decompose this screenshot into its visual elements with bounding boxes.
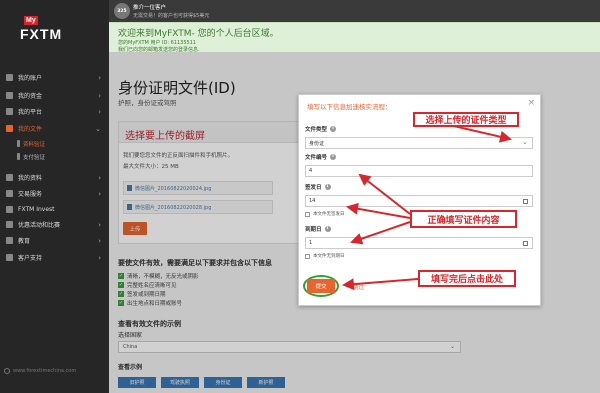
chevron-right-icon: › (98, 107, 101, 116)
monitor-icon (6, 108, 13, 115)
expiry-date-label: 到期日 i (305, 225, 331, 233)
sidebar-item-my-platforms[interactable]: 我的平台 › (0, 105, 109, 118)
sidebar-item-label: 我的平台 (18, 109, 43, 116)
logo-badge: My (24, 16, 38, 25)
doc-type-label: 文件类型 i (305, 125, 337, 133)
user-id-line: 您的MyFXTM 用户 ID: 61135511 (118, 40, 197, 46)
sidebar-item-my-documents[interactable]: 我的文件 ⌄ (0, 122, 109, 135)
chevron-right-icon: › (98, 173, 101, 182)
no-expiry-date-checkbox[interactable]: 本文件无到期日 (305, 253, 345, 259)
sidebar-subitem-label: 资料验证 (23, 141, 46, 148)
callout-select-type: 选择上传的证件类型 (413, 112, 519, 127)
welcome-banner: 欢迎来到MyFXTM- 您的个人后台区域。 您的MyFXTM 用户 ID: 61… (109, 22, 600, 53)
sidebar-item-my-profile[interactable]: 我的资料 › (0, 171, 109, 184)
top-bar: 325 推介一位客户 无需交易！的客户也可获得$5美元 (109, 0, 600, 22)
chevron-right-icon: › (98, 189, 101, 198)
sidebar-item-label: 我的资料 (18, 175, 43, 182)
chevron-right-icon: › (98, 220, 101, 229)
globe-icon (4, 368, 10, 374)
chevron-right-icon: › (98, 253, 101, 262)
close-icon[interactable]: × (527, 98, 535, 108)
gift-icon (6, 221, 13, 228)
expiry-date-input[interactable]: 1 (305, 237, 533, 249)
user-icon (6, 74, 13, 81)
issue-date-input[interactable]: 14 (305, 195, 533, 207)
chevron-down-icon: ⌄ (95, 124, 101, 133)
bullet-icon (17, 140, 20, 147)
issue-date-label-text: 签发日 (305, 185, 322, 191)
chevron-right-icon: › (98, 236, 101, 245)
checkbox-box[interactable] (305, 211, 310, 217)
sidebar-item-my-funds[interactable]: 我的资金 › (0, 89, 109, 102)
referral-badge[interactable]: 325 (114, 3, 130, 19)
fxtm-logo[interactable]: My FXTM (6, 6, 76, 52)
issue-date-label: 签发日 i (305, 183, 331, 191)
sidebar-item-education[interactable]: 教育 › (0, 234, 109, 247)
referral-note: 无需交易！的客户也可获得$5美元 (133, 13, 210, 19)
info-icon[interactable]: i (330, 126, 337, 132)
sidebar-subitem-id-verification[interactable]: 资料验证 (0, 137, 109, 150)
info-icon[interactable]: i (324, 184, 331, 190)
sidebar-subitem-label: 支付验证 (23, 154, 46, 161)
modal-title: 填写以下信息加速核实流程： (307, 103, 392, 111)
doc-number-value: 4 (309, 168, 313, 174)
support-icon (6, 254, 13, 261)
folder-icon (6, 125, 13, 132)
sidebar-item-promotions[interactable]: 优惠活动和比赛 › (0, 218, 109, 231)
sidebar-item-fxtm-invest[interactable]: FXTM Invest (0, 203, 109, 216)
welcome-title: 欢迎来到MyFXTM- 您的个人后台区域。 (118, 29, 279, 39)
invest-icon (6, 206, 13, 213)
bullet-icon (17, 153, 20, 160)
profile-icon (6, 174, 13, 181)
info-icon[interactable]: i (324, 226, 331, 232)
checkbox-label: 本文件无签发日 (313, 212, 345, 217)
callout-click-submit: 填写完后点击此处 (418, 270, 516, 287)
doc-number-label: 文件编号 i (305, 153, 337, 161)
sidebar-item-label: FXTM Invest (18, 206, 55, 213)
expiry-date-value: 1 (309, 240, 313, 246)
checkbox-box[interactable] (305, 253, 310, 259)
sidebar-item-label: 我的账户 (18, 75, 43, 82)
chevron-right-icon: › (98, 73, 101, 82)
sidebar-item-label: 教育 (18, 238, 31, 245)
sidebar-item-label: 客户支持 (18, 255, 43, 262)
wallet-icon (6, 92, 13, 99)
logo-text: FXTM (20, 26, 63, 42)
site-url[interactable]: www.forextimechina.com (4, 368, 76, 374)
site-url-text: www.forextimechina.com (13, 368, 77, 374)
calendar-icon[interactable] (523, 199, 528, 204)
sidebar-item-label: 交易服务 (18, 191, 43, 198)
calendar-icon[interactable] (523, 241, 528, 246)
info-icon[interactable]: i (330, 154, 337, 160)
sidebar-item-label: 我的资金 (18, 93, 43, 100)
issue-date-value: 14 (309, 198, 316, 204)
education-icon (6, 237, 13, 244)
sidebar-subitem-payment-verification[interactable]: 支付验证 (0, 150, 109, 163)
no-issue-date-checkbox[interactable]: 本文件无签发日 (305, 211, 345, 217)
chevron-right-icon: › (98, 91, 101, 100)
doc-type-label-text: 文件类型 (305, 127, 328, 133)
skip-link[interactable]: 跳过 (353, 283, 364, 291)
referral-title[interactable]: 推介一位客户 (133, 3, 166, 11)
doc-type-value: 身份证 (309, 141, 325, 147)
sidebar-item-my-account[interactable]: 我的账户 › (0, 71, 109, 84)
doc-number-label-text: 文件编号 (305, 155, 328, 161)
sidebar-item-trading-services[interactable]: 交易服务 › (0, 187, 109, 200)
chevron-down-icon: ⌄ (522, 138, 528, 146)
sidebar-item-label: 我的文件 (18, 126, 43, 133)
sidebar: My FXTM 我的账户 › 我的资金 › 我的平台 › 我的文件 ⌄ 资料验证 支付验… (0, 0, 109, 393)
doc-type-select[interactable]: 身份证 ⌄ (305, 137, 533, 149)
chart-icon (6, 190, 13, 197)
sidebar-item-label: 优惠活动和比赛 (18, 222, 61, 229)
submit-button[interactable]: 提交 (307, 279, 335, 293)
sidebar-item-support[interactable]: 客户支持 › (0, 251, 109, 264)
callout-fill-content: 正确填写证件内容 (410, 210, 517, 228)
doc-number-input[interactable]: 4 (305, 165, 533, 177)
checkbox-label: 本文件无到期日 (313, 254, 345, 259)
expiry-date-label-text: 到期日 (305, 227, 322, 233)
